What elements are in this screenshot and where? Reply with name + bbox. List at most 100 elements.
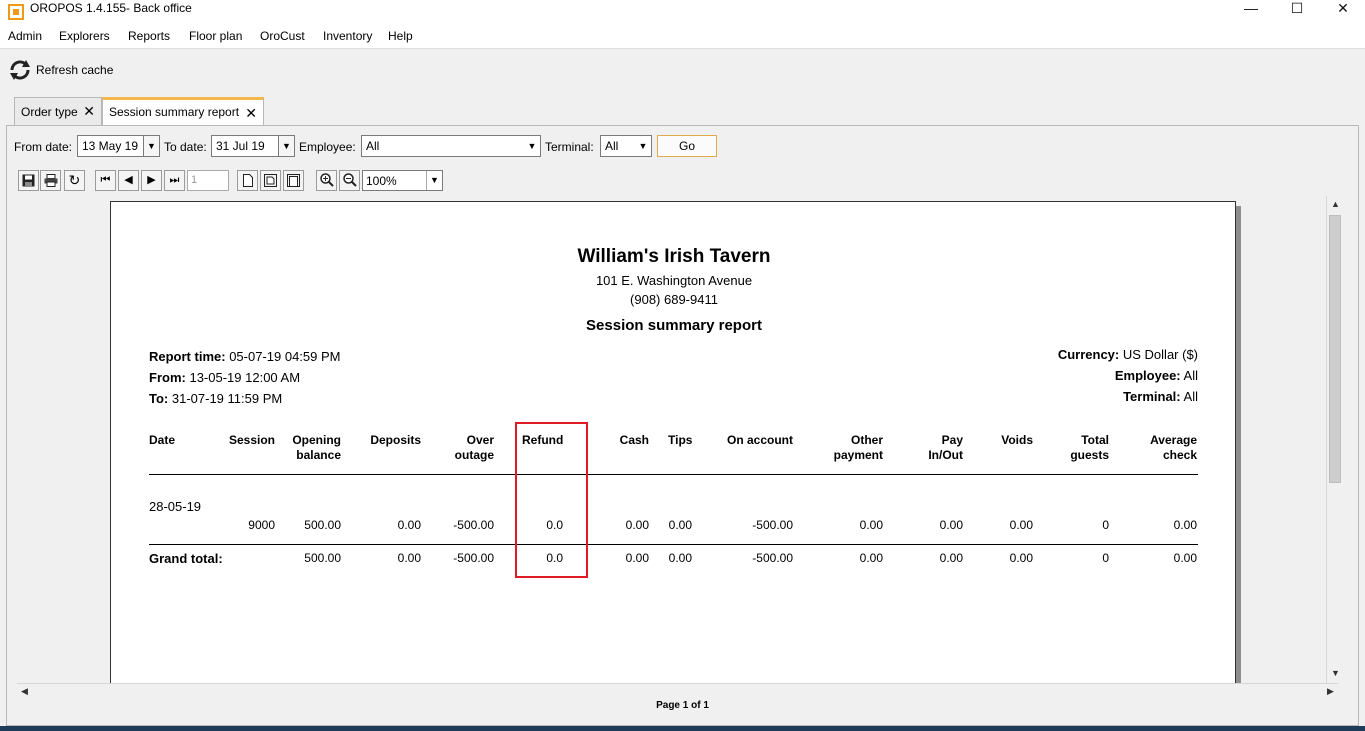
menu-admin[interactable]: Admin <box>8 29 42 43</box>
zoom-in-icon[interactable] <box>316 170 337 191</box>
terminal-label: Terminal: <box>545 140 594 154</box>
to-date-picker[interactable]: 31 Jul 19 ▼ <box>211 135 295 157</box>
minimize-button[interactable]: — <box>1228 0 1274 22</box>
menu-help[interactable]: Help <box>388 29 413 43</box>
to-line: To: 31-07-19 11:59 PM <box>149 391 283 406</box>
chevron-down-icon[interactable]: ▼ <box>143 136 159 156</box>
col-header-voids: Voids <box>1001 433 1033 447</box>
close-tab-icon[interactable]: ✕ <box>245 105 257 122</box>
page-number-input[interactable]: 1 <box>187 170 229 191</box>
total-divider <box>149 544 1198 545</box>
vertical-scroll-thumb[interactable] <box>1329 215 1341 483</box>
report-title: Session summary report <box>586 317 762 334</box>
zoom-select[interactable]: 100% ▼ <box>362 170 443 191</box>
col-header-date: Date <box>149 433 176 447</box>
col-header-total-guests: Total guests <box>1070 433 1109 462</box>
total-pay-in-out: 0.00 <box>939 551 963 565</box>
close-tab-icon[interactable]: ✕ <box>83 103 95 120</box>
first-page-icon[interactable]: ⏮ <box>95 170 116 191</box>
total-voids: 0.00 <box>1009 551 1033 565</box>
window-title: OROPOS 1.4.155- Back office <box>30 1 192 15</box>
zoom-value: 100% <box>366 174 397 188</box>
title-bar: OROPOS 1.4.155- Back office — ☐ ✕ <box>0 0 1365 24</box>
row-other-payment: 0.00 <box>859 518 883 532</box>
from-date-label: From date: <box>14 140 73 154</box>
row-over-outage: -500.00 <box>453 518 494 532</box>
restaurant-name: William's Irish Tavern <box>577 246 771 267</box>
scroll-left-icon[interactable]: ◀ <box>17 684 32 699</box>
col-header-opening-balance: Opening balance <box>292 433 341 462</box>
row-average-check: 0.00 <box>1173 518 1197 532</box>
print-icon[interactable] <box>40 170 61 191</box>
row-deposits: 0.00 <box>397 518 421 532</box>
row-tips: 0.00 <box>668 518 692 532</box>
row-total-guests: 0 <box>1102 518 1109 532</box>
tab-label: Session summary report <box>109 105 240 119</box>
chevron-down-icon[interactable]: ▼ <box>278 136 294 156</box>
row-session: 9000 <box>248 518 275 532</box>
vertical-scrollbar[interactable]: ▲ ▼ <box>1326 196 1343 683</box>
from-date-picker[interactable]: 13 May 19 ▼ <box>77 135 160 157</box>
menu-orocust[interactable]: OroCust <box>260 29 305 43</box>
tab-session-summary-report[interactable]: Session summary report ✕ <box>102 97 264 125</box>
chevron-down-icon[interactable]: ▼ <box>524 136 540 156</box>
employee-label: Employee: <box>299 140 356 154</box>
employee-select[interactable]: All ▼ <box>361 135 541 157</box>
refund-column-highlight <box>515 422 588 578</box>
maximize-button[interactable]: ☐ <box>1274 0 1320 22</box>
col-header-average-check: Average check <box>1150 433 1197 462</box>
from-date-value: 13 May 19 <box>82 139 139 153</box>
save-icon[interactable] <box>18 170 39 191</box>
col-header-other-payment: Other payment <box>833 433 883 462</box>
zoom-out-icon[interactable] <box>339 170 360 191</box>
go-button[interactable]: Go <box>657 135 717 157</box>
horizontal-scrollbar[interactable]: ◀ ▶ <box>17 683 1338 698</box>
menu-inventory[interactable]: Inventory <box>323 29 372 43</box>
chevron-down-icon[interactable]: ▼ <box>426 171 442 190</box>
last-page-icon[interactable]: ⏭ <box>164 170 185 191</box>
taskbar-strip <box>0 726 1365 731</box>
row-cash: 0.00 <box>625 518 649 532</box>
terminal-select[interactable]: All ▼ <box>600 135 652 157</box>
report-time-line: Report time: 05-07-19 04:59 PM <box>149 349 341 364</box>
app-logo-icon <box>8 4 24 20</box>
scroll-up-icon[interactable]: ▲ <box>1328 197 1343 212</box>
terminal-value: All <box>605 139 619 153</box>
total-opening-balance: 500.00 <box>304 551 341 565</box>
next-page-icon[interactable]: ▶ <box>141 170 162 191</box>
scroll-right-icon[interactable]: ▶ <box>1323 684 1338 699</box>
fit-page-icon[interactable] <box>260 170 281 191</box>
tab-order-type[interactable]: Order type ✕ <box>14 97 102 125</box>
col-header-deposits: Deposits <box>370 433 421 447</box>
col-header-session: Session <box>228 433 275 447</box>
menu-reports[interactable]: Reports <box>128 29 170 43</box>
total-total-guests: 0 <box>1102 551 1109 565</box>
report-viewport: William's Irish Tavern 101 E. Washington… <box>17 196 1338 683</box>
menu-bar: Admin Explorers Reports Floor plan OroCu… <box>0 24 1365 49</box>
menu-explorers[interactable]: Explorers <box>59 29 110 43</box>
total-over-outage: -500.00 <box>453 551 494 565</box>
chevron-down-icon[interactable]: ▼ <box>635 136 651 156</box>
employee-value: All <box>366 139 380 153</box>
row-on-account: -500.00 <box>752 518 793 532</box>
close-window-button[interactable]: ✕ <box>1320 0 1365 22</box>
row-opening-balance: 500.00 <box>304 518 341 532</box>
fit-width-icon[interactable] <box>283 170 304 191</box>
refresh-cache-label: Refresh cache <box>36 63 114 77</box>
to-date-value: 31 Jul 19 <box>216 139 265 153</box>
total-tips: 0.00 <box>668 551 692 565</box>
page-status: Page 1 of 1 <box>656 700 709 711</box>
actual-size-icon[interactable] <box>237 170 258 191</box>
row-pay-in-out: 0.00 <box>939 518 963 532</box>
previous-page-icon[interactable]: ◀ <box>118 170 139 191</box>
col-header-tips: Tips <box>668 433 693 447</box>
header-divider <box>149 474 1198 475</box>
to-date-label: To date: <box>164 140 207 154</box>
menu-floor-plan[interactable]: Floor plan <box>189 29 242 43</box>
scroll-down-icon[interactable]: ▼ <box>1328 666 1343 681</box>
col-header-cash: Cash <box>619 433 649 447</box>
col-header-over-outage: Over outage <box>454 433 494 462</box>
refresh-icon <box>10 60 30 80</box>
total-on-account: -500.00 <box>752 551 793 565</box>
reload-icon[interactable]: ↻ <box>64 170 85 191</box>
